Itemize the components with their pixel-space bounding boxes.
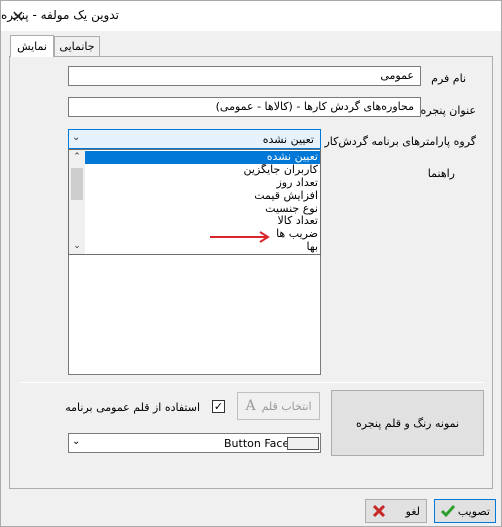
tab-placement-label: جانمایی: [59, 40, 95, 53]
list-item[interactable]: کاربران جایگزین: [85, 164, 320, 177]
workflow-group-value: تعیین نشده: [262, 133, 314, 146]
color-value: Button Face: [224, 437, 290, 450]
check-icon: ✓: [213, 400, 224, 413]
use-default-font-checkbox[interactable]: ✓: [212, 400, 225, 413]
list-item[interactable]: بها: [85, 241, 320, 254]
list-item[interactable]: تعیین نشده: [85, 151, 320, 164]
list-item[interactable]: تعداد کالا: [85, 215, 320, 228]
form-name-label: نام فرم: [431, 72, 466, 85]
list-scrollbar[interactable]: ⌃ ⌄: [69, 150, 85, 254]
workflow-group-dropdown-list[interactable]: ⌃ ⌄ تعیین نشده کاربران جایگزین تعداد روز…: [68, 149, 321, 255]
scroll-down-icon[interactable]: ⌄: [69, 239, 85, 254]
tab-display-label: نمایش: [17, 40, 47, 53]
title-bar: تدوین یک مولفه - پنجره ✕: [1, 1, 501, 31]
preview-color-font-button[interactable]: نمونه رنگ و قلم پنجره: [331, 390, 484, 456]
cancel-button[interactable]: لغو: [365, 499, 427, 523]
section-divider: [20, 382, 484, 383]
chevron-down-icon: ⌄: [72, 132, 81, 143]
color-swatch: [287, 437, 319, 450]
tab-placement[interactable]: جانمایی: [54, 36, 100, 56]
preview-button-label: نمونه رنگ و قلم پنجره: [355, 416, 460, 430]
cancel-label: لغو: [405, 504, 420, 518]
guide-label: راهنما: [427, 167, 455, 180]
annotation-arrow-icon: [210, 231, 270, 243]
chevron-down-icon: ⌄: [72, 436, 81, 447]
list-item[interactable]: تعداد روز: [85, 177, 320, 190]
window-title-field[interactable]: محاوره‌های گردش کارها - (کالاها - عمومی): [68, 97, 421, 117]
scroll-thumb[interactable]: [71, 168, 83, 200]
select-font-button[interactable]: A انتخاب قلم: [237, 392, 320, 420]
check-icon: [440, 505, 456, 518]
use-default-font-label: استفاده از قلم عمومی برنامه: [65, 401, 200, 414]
list-item[interactable]: نوع جنسیت: [85, 203, 320, 216]
color-combo[interactable]: ⌄ Button Face: [68, 433, 321, 453]
close-button[interactable]: ✕: [1, 1, 35, 31]
dialog-window: تدوین یک مولفه - پنجره ✕ نمایش جانمایی ن…: [0, 0, 502, 527]
approve-label: تصویب: [457, 504, 490, 518]
close-icon: ✕: [11, 6, 25, 26]
form-name-field[interactable]: عمومی: [68, 66, 421, 86]
list-item[interactable]: ضریب ها: [85, 228, 320, 241]
list-item[interactable]: افزایش قیمت: [85, 190, 320, 203]
workflow-group-label: گروه پارامترهای برنامه گردش‌کار: [324, 135, 476, 148]
select-font-label: انتخاب قلم: [261, 399, 312, 413]
approve-button[interactable]: تصویب: [434, 499, 496, 523]
window-title-label: عنوان پنجره: [420, 104, 476, 117]
tab-display[interactable]: نمایش: [10, 35, 54, 57]
scroll-up-icon[interactable]: ⌃: [69, 150, 85, 165]
font-a-icon: A: [245, 398, 256, 414]
workflow-group-combo[interactable]: ⌄ تعیین نشده: [68, 129, 321, 149]
cross-icon: [372, 504, 386, 518]
